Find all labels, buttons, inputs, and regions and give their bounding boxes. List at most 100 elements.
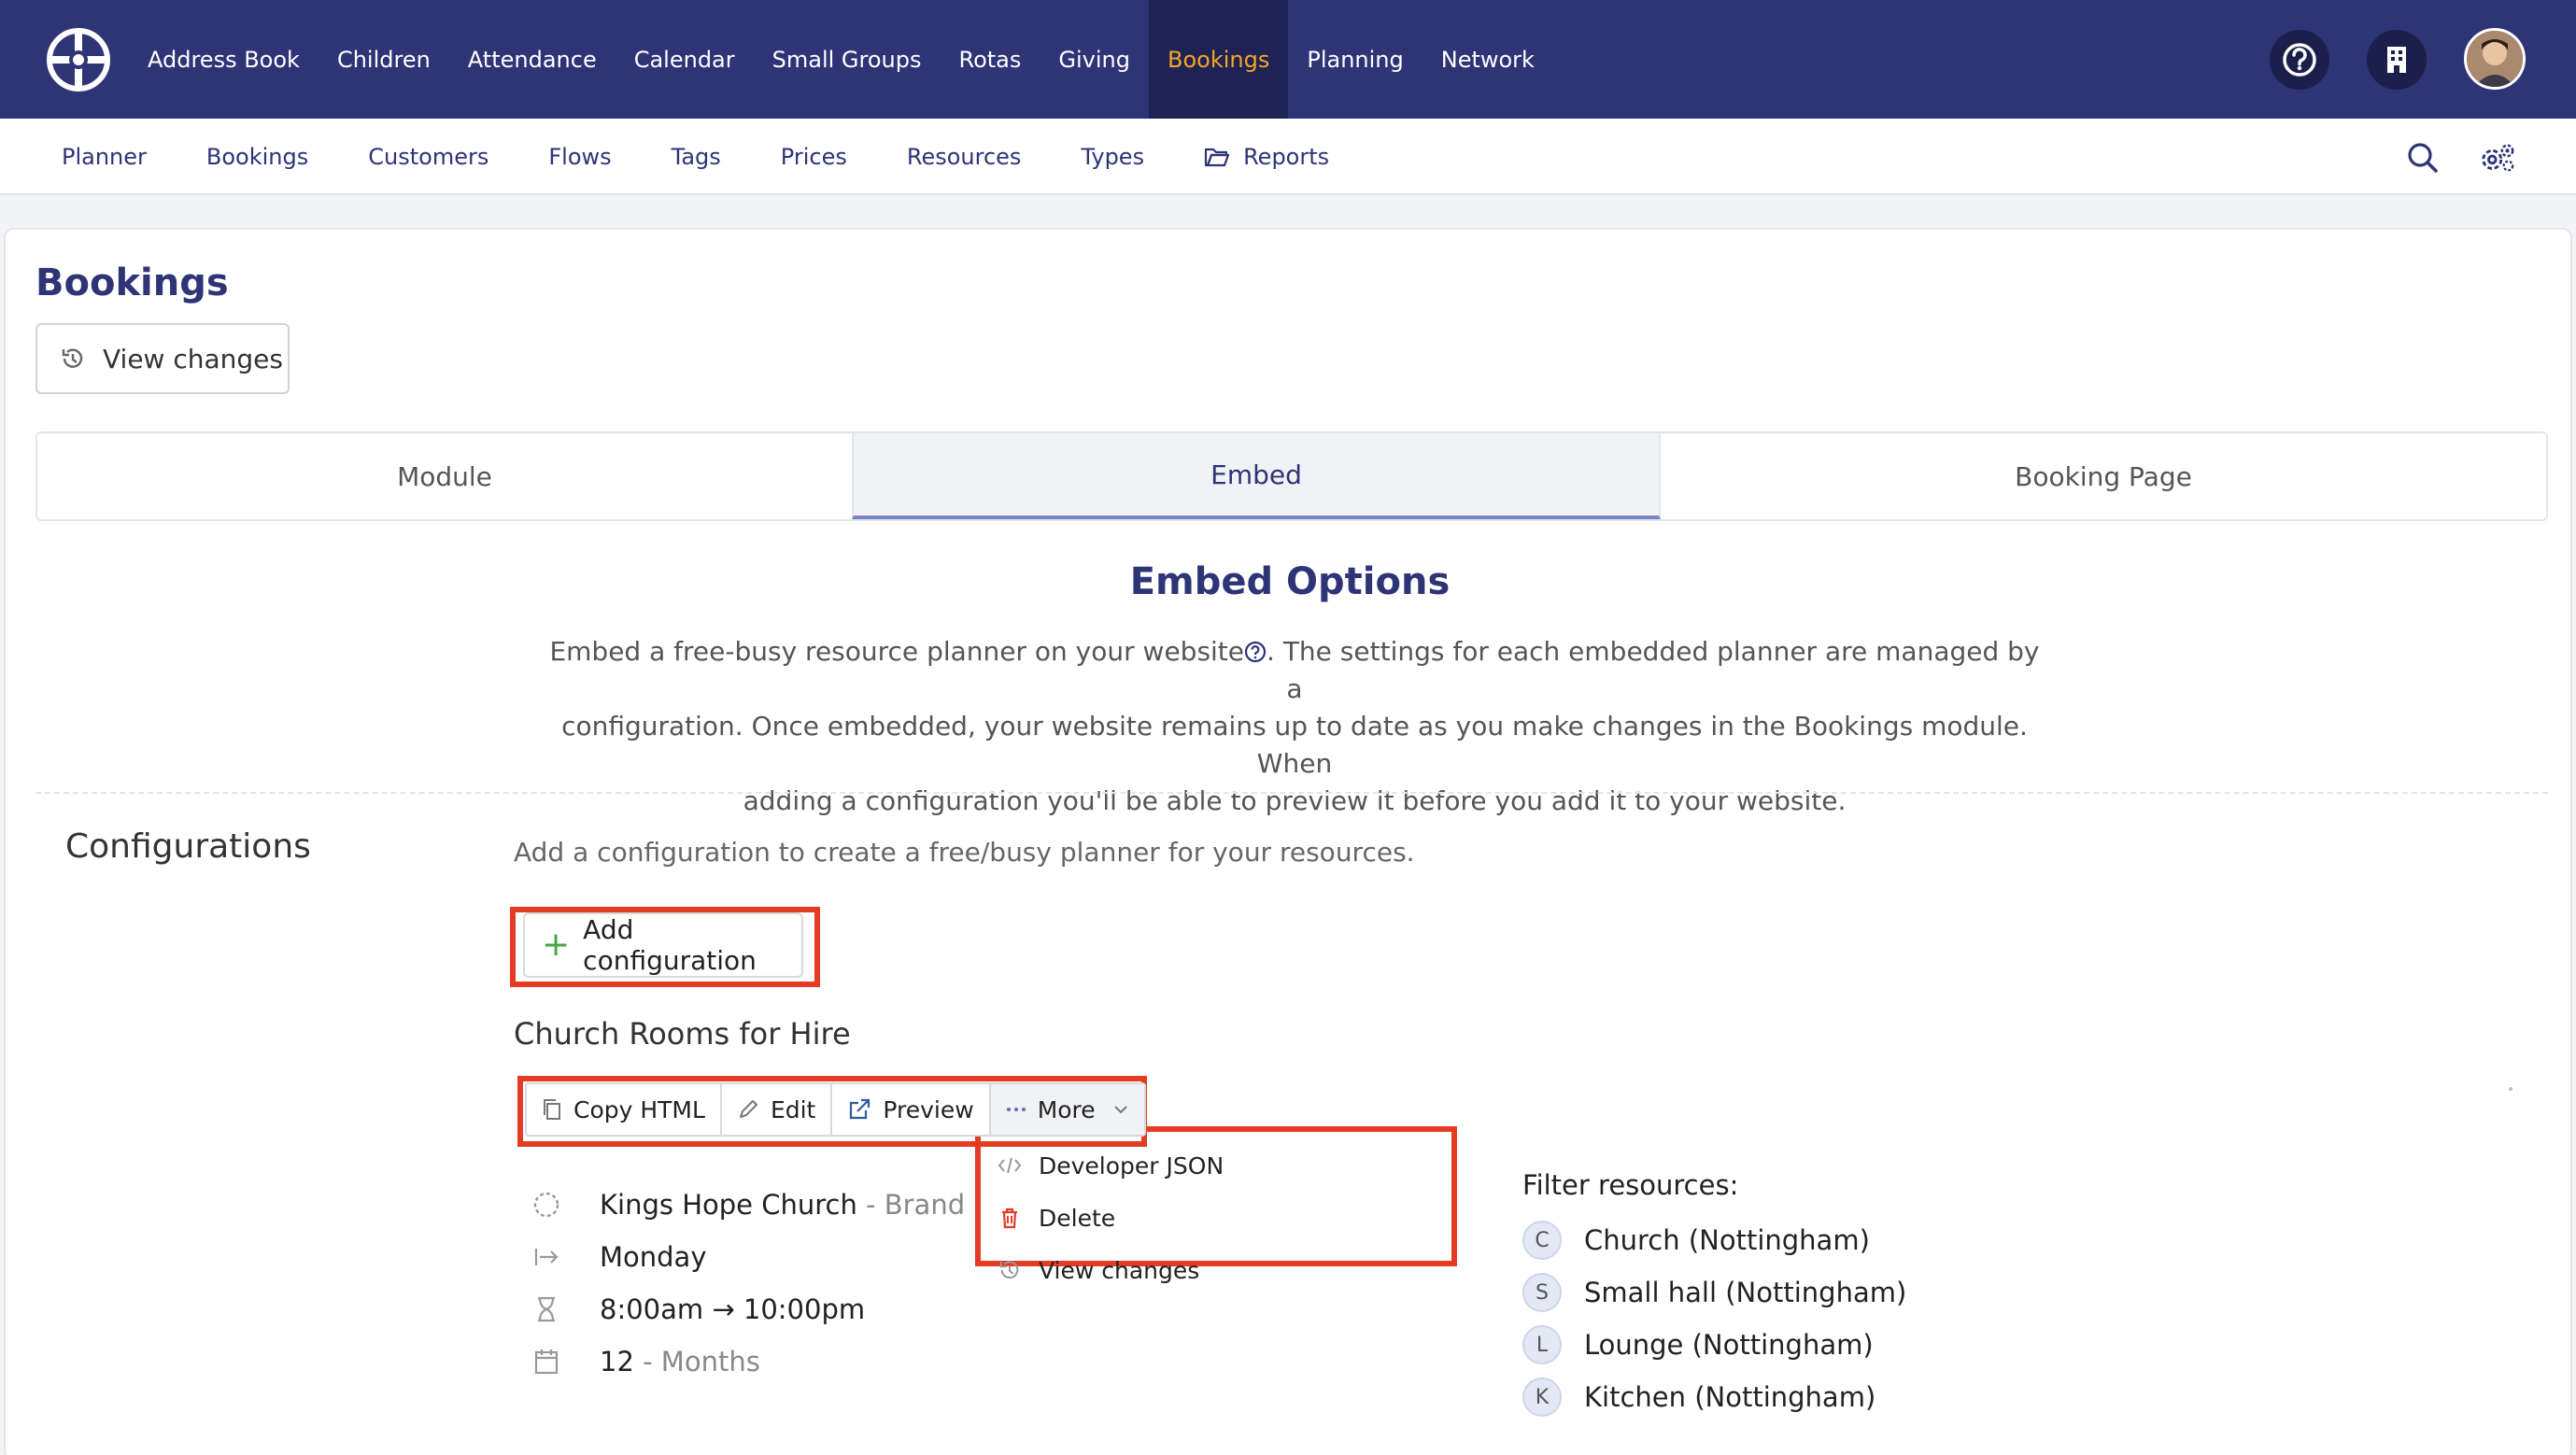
main-card: Bookings View changes Module Embed Booki…: [4, 228, 2572, 1455]
pencil-icon: [739, 1100, 757, 1118]
menu-view-changes[interactable]: View changes: [998, 1251, 1199, 1289]
subnav-types[interactable]: Types: [1051, 119, 1174, 195]
start-day: Monday: [600, 1241, 707, 1273]
edit-button[interactable]: Edit: [722, 1084, 833, 1135]
nav-address-book[interactable]: Address Book: [129, 0, 318, 119]
top-navigation: Address Book Children Attendance Calenda…: [0, 0, 2576, 119]
view-changes-button[interactable]: View changes: [35, 323, 290, 394]
subnav-reports[interactable]: Reports: [1174, 119, 1359, 195]
time-range: 8:00am → 10:00pm: [600, 1293, 866, 1325]
resource-name: Church (Nottingham): [1584, 1224, 1870, 1256]
nav-attendance[interactable]: Attendance: [449, 0, 616, 119]
divider: [35, 792, 2548, 794]
configurations-heading: Configurations: [65, 827, 311, 866]
edit-label: Edit: [770, 1095, 816, 1123]
detail-time-range: 8:00am → 10:00pm: [531, 1289, 865, 1330]
configuration-name: Church Rooms for Hire: [514, 1016, 851, 1052]
hourglass-icon: [531, 1293, 562, 1325]
folder-open-icon: [1204, 148, 1230, 167]
subnav-bookings[interactable]: Bookings: [177, 119, 338, 195]
copy-html-label: Copy HTML: [573, 1095, 705, 1123]
subnav-resources[interactable]: Resources: [877, 119, 1052, 195]
arrow-right-to-bar-icon: [531, 1241, 562, 1273]
delete-label: Delete: [1039, 1204, 1116, 1232]
detail-duration: 12 - Months: [531, 1341, 760, 1382]
subnav-prices[interactable]: Prices: [751, 119, 877, 195]
nav-bookings[interactable]: Bookings: [1148, 0, 1289, 119]
embed-options-title: Embed Options: [1129, 560, 1451, 603]
help-icon[interactable]: [2270, 30, 2329, 90]
external-link-icon: [850, 1098, 870, 1120]
filter-resources-label: Filter resources:: [1522, 1169, 1739, 1201]
resource-item: L Lounge (Nottingham): [1522, 1324, 1874, 1365]
resource-item: K Kitchen (Nottingham): [1522, 1377, 1875, 1418]
developer-json-label: Developer JSON: [1039, 1151, 1224, 1180]
configuration-actions: Copy HTML Edit Preview More: [525, 1082, 1146, 1137]
add-configuration-label: Add configuration: [583, 914, 757, 976]
copy-icon: [544, 1099, 560, 1120]
page-title: Bookings: [35, 261, 229, 304]
subnav-customers[interactable]: Customers: [338, 119, 518, 195]
embed-desc-line2: configuration. Once embedded, your websi…: [561, 711, 2028, 779]
embed-desc-line1: Embed a free-busy resource planner on yo…: [549, 636, 1245, 667]
menu-developer-json[interactable]: Developer JSON: [998, 1147, 1224, 1184]
menu-delete[interactable]: Delete: [998, 1199, 1115, 1236]
tab-embed[interactable]: Embed: [852, 433, 1661, 519]
brand-suffix: - Brand: [866, 1189, 966, 1221]
help-small-icon[interactable]: [1244, 641, 1267, 663]
settings-gears-icon[interactable]: [2479, 139, 2516, 177]
menu-view-changes-label: View changes: [1039, 1256, 1200, 1284]
subnav-tags[interactable]: Tags: [642, 119, 751, 195]
nav-children[interactable]: Children: [318, 0, 449, 119]
embed-desc-line1-tail: . The settings for each embedded planner…: [1267, 636, 2040, 704]
nav-small-groups[interactable]: Small Groups: [754, 0, 941, 119]
spinner-icon: [531, 1189, 562, 1221]
embed-desc-line3: adding a configuration you'll be able to…: [743, 785, 1847, 816]
resource-name: Kitchen (Nottingham): [1584, 1381, 1876, 1413]
history-icon: [999, 1261, 1019, 1279]
decorative-dot: [2509, 1087, 2512, 1091]
detail-brand: Kings Hope Church - Brand: [531, 1184, 965, 1225]
configurations-subtext: Add a configuration to create a free/bus…: [514, 837, 1415, 868]
nav-rotas[interactable]: Rotas: [940, 0, 1040, 119]
trash-icon: [1002, 1208, 1017, 1229]
code-icon: [998, 1157, 1022, 1174]
resource-initial-badge: C: [1522, 1221, 1562, 1260]
subnav-reports-label: Reports: [1243, 144, 1330, 170]
preview-label: Preview: [883, 1095, 974, 1123]
detail-start-day: Monday: [531, 1236, 707, 1278]
nav-network[interactable]: Network: [1422, 0, 1553, 119]
nav-calendar[interactable]: Calendar: [616, 0, 754, 119]
user-avatar[interactable]: [2464, 28, 2526, 90]
duration-value: 12: [600, 1346, 634, 1377]
nav-planning[interactable]: Planning: [1288, 0, 1422, 119]
nav-giving[interactable]: Giving: [1040, 0, 1149, 119]
tab-bar: Module Embed Booking Page: [35, 431, 2548, 521]
resource-name: Small hall (Nottingham): [1584, 1277, 1907, 1308]
view-changes-label: View changes: [103, 343, 283, 374]
tab-booking-page[interactable]: Booking Page: [1661, 433, 2546, 519]
ellipsis-icon: [1006, 1108, 1026, 1111]
subnav-flows[interactable]: Flows: [518, 119, 641, 195]
add-configuration-button[interactable]: + Add configuration: [523, 912, 803, 978]
plus-icon: +: [542, 925, 571, 964]
resource-initial-badge: K: [1522, 1377, 1562, 1417]
duration-unit: - Months: [643, 1346, 760, 1377]
sub-navigation: Planner Bookings Customers Flows Tags Pr…: [0, 119, 2576, 195]
brand-name: Kings Hope Church: [600, 1189, 857, 1221]
resource-item: S Small hall (Nottingham): [1522, 1272, 1906, 1313]
tab-module[interactable]: Module: [37, 433, 852, 519]
chevron-down-icon: [1113, 1106, 1127, 1114]
preview-button[interactable]: Preview: [832, 1084, 991, 1135]
history-icon: [62, 348, 83, 368]
subnav-planner[interactable]: Planner: [32, 119, 177, 195]
calendar-icon: [531, 1346, 562, 1377]
more-label: More: [1037, 1095, 1096, 1123]
resource-name: Lounge (Nottingham): [1584, 1329, 1874, 1361]
building-icon[interactable]: [2367, 30, 2427, 90]
more-dropdown-button[interactable]: More: [990, 1084, 1144, 1135]
resource-initial-badge: S: [1522, 1273, 1562, 1312]
logo-icon[interactable]: [47, 28, 110, 92]
copy-html-button[interactable]: Copy HTML: [527, 1084, 722, 1135]
search-icon[interactable]: [2404, 139, 2442, 177]
